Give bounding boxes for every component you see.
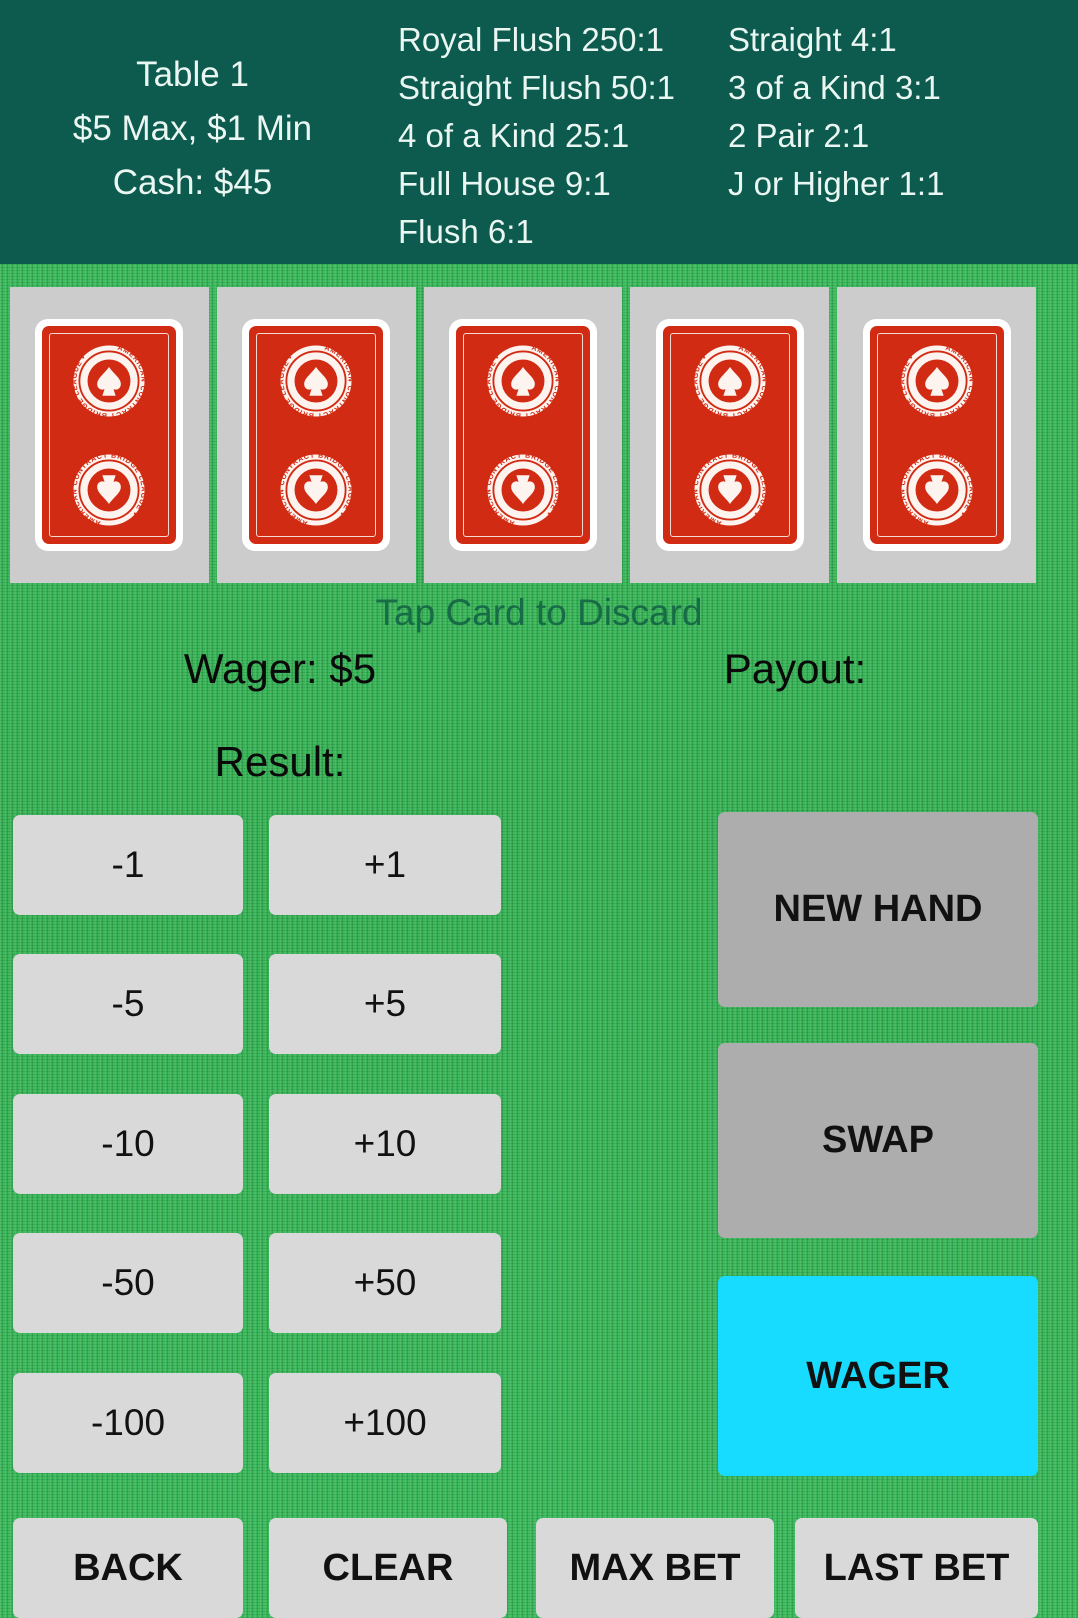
payout-amount-label: Payout: <box>723 645 867 692</box>
paytable-row-three-of-a-kind: 3 of a Kind 3:1 <box>728 69 941 106</box>
tap-to-discard-hint: Tap Card to Discard <box>375 592 703 633</box>
table-name: Table 1 <box>136 55 249 94</box>
spade-emblem-icon: AMERICAN CONTRACT BRIDGE LEAGUE • <box>486 344 560 417</box>
heart-emblem-icon: AMERICAN CONTRACT BRIDGE LEAGUE • <box>486 453 560 527</box>
card-slot-5[interactable]: AMERICAN CONTRACT BRIDGE LEAGUE • AMERIC… <box>837 287 1036 583</box>
decrement-10-button[interactable]: -10 <box>13 1094 243 1194</box>
new-hand-button[interactable]: NEW HAND <box>718 812 1038 1007</box>
heart-emblem-icon: AMERICAN CONTRACT BRIDGE LEAGUE • <box>900 453 974 527</box>
decrement-5-button[interactable]: -5 <box>13 954 243 1054</box>
card-back-3[interactable]: AMERICAN CONTRACT BRIDGE LEAGUE • AMERIC… <box>448 319 597 551</box>
heart-emblem-icon: AMERICAN CONTRACT BRIDGE LEAGUE • <box>72 453 146 527</box>
card-slot-3[interactable]: AMERICAN CONTRACT BRIDGE LEAGUE • AMERIC… <box>423 287 623 583</box>
wager-button[interactable]: WAGER <box>718 1276 1038 1476</box>
clear-button[interactable]: CLEAR <box>269 1518 507 1618</box>
paytable-row-straight: Straight 4:1 <box>728 21 897 58</box>
increment-1-button[interactable]: +1 <box>269 815 501 915</box>
card-back-1[interactable]: AMERICAN CONTRACT BRIDGE LEAGUE • AMERIC… <box>35 319 184 551</box>
card-slot-1[interactable]: AMERICAN CONTRACT BRIDGE LEAGUE • AMERIC… <box>10 287 209 583</box>
table-limits: $5 Max, $1 Min <box>72 109 313 148</box>
paytable-column-2: Straight 4:1 3 of a Kind 3:1 2 Pair 2:1 … <box>728 0 1078 208</box>
heart-emblem-icon: AMERICAN CONTRACT BRIDGE LEAGUE • <box>693 453 767 527</box>
spade-emblem-icon: AMERICAN CONTRACT BRIDGE LEAGUE • <box>279 344 353 417</box>
card-back-face: AMERICAN CONTRACT BRIDGE LEAGUE • AMERIC… <box>662 326 797 544</box>
card-back-2[interactable]: AMERICAN CONTRACT BRIDGE LEAGUE • AMERIC… <box>242 319 391 551</box>
paytable-column-1: Royal Flush 250:1 Straight Flush 50:1 4 … <box>398 0 728 256</box>
card-back-face: AMERICAN CONTRACT BRIDGE LEAGUE • AMERIC… <box>42 326 177 544</box>
card-back-face: AMERICAN CONTRACT BRIDGE LEAGUE • AMERIC… <box>869 326 1004 544</box>
paytable-row-two-pair: 2 Pair 2:1 <box>728 117 870 154</box>
swap-button[interactable]: SWAP <box>718 1043 1038 1238</box>
card-back-face: AMERICAN CONTRACT BRIDGE LEAGUE • AMERIC… <box>455 326 590 544</box>
wager-amount-label: Wager: $5 <box>183 645 377 692</box>
paytable-row-four-of-a-kind: 4 of a Kind 25:1 <box>398 117 630 154</box>
increment-50-button[interactable]: +50 <box>269 1233 501 1333</box>
paytable-row-jacks-or-higher: J or Higher 1:1 <box>728 165 945 202</box>
increment-5-button[interactable]: +5 <box>269 954 501 1054</box>
spade-emblem-icon: AMERICAN CONTRACT BRIDGE LEAGUE • <box>693 344 767 417</box>
increment-10-button[interactable]: +10 <box>269 1094 501 1194</box>
last-bet-button[interactable]: LAST BET <box>795 1518 1038 1618</box>
spade-emblem-icon: AMERICAN CONTRACT BRIDGE LEAGUE • <box>900 344 974 417</box>
card-slot-4[interactable]: AMERICAN CONTRACT BRIDGE LEAGUE • AMERIC… <box>630 287 830 583</box>
spade-emblem-icon: AMERICAN CONTRACT BRIDGE LEAGUE • <box>72 344 146 417</box>
card-back-4[interactable]: AMERICAN CONTRACT BRIDGE LEAGUE • AMERIC… <box>655 319 804 551</box>
paytable-row-royal-flush: Royal Flush 250:1 <box>398 21 664 58</box>
heart-emblem-icon: AMERICAN CONTRACT BRIDGE LEAGUE • <box>279 453 353 527</box>
card-slot-2[interactable]: AMERICAN CONTRACT BRIDGE LEAGUE • AMERIC… <box>216 287 416 583</box>
paytable-row-flush: Flush 6:1 <box>398 213 534 250</box>
table-info-column: Table 1 $5 Max, $1 Min Cash: $45 <box>0 0 385 210</box>
result-label: Result: <box>214 738 346 785</box>
card-back-5[interactable]: AMERICAN CONTRACT BRIDGE LEAGUE • AMERIC… <box>862 319 1011 551</box>
increment-100-button[interactable]: +100 <box>269 1373 501 1473</box>
cash-balance: Cash: $45 <box>112 163 273 202</box>
player-hand-card-row: AMERICAN CONTRACT BRIDGE LEAGUE • AMERIC… <box>10 287 1036 583</box>
paytable-row-full-house: Full House 9:1 <box>398 165 611 202</box>
paytable-row-straight-flush: Straight Flush 50:1 <box>398 69 675 106</box>
back-button[interactable]: BACK <box>13 1518 243 1618</box>
decrement-1-button[interactable]: -1 <box>13 815 243 915</box>
decrement-50-button[interactable]: -50 <box>13 1233 243 1333</box>
header-bar: Table 1 $5 Max, $1 Min Cash: $45 Royal F… <box>0 0 1078 264</box>
card-back-face: AMERICAN CONTRACT BRIDGE LEAGUE • AMERIC… <box>249 326 384 544</box>
max-bet-button[interactable]: MAX BET <box>536 1518 774 1618</box>
decrement-100-button[interactable]: -100 <box>13 1373 243 1473</box>
